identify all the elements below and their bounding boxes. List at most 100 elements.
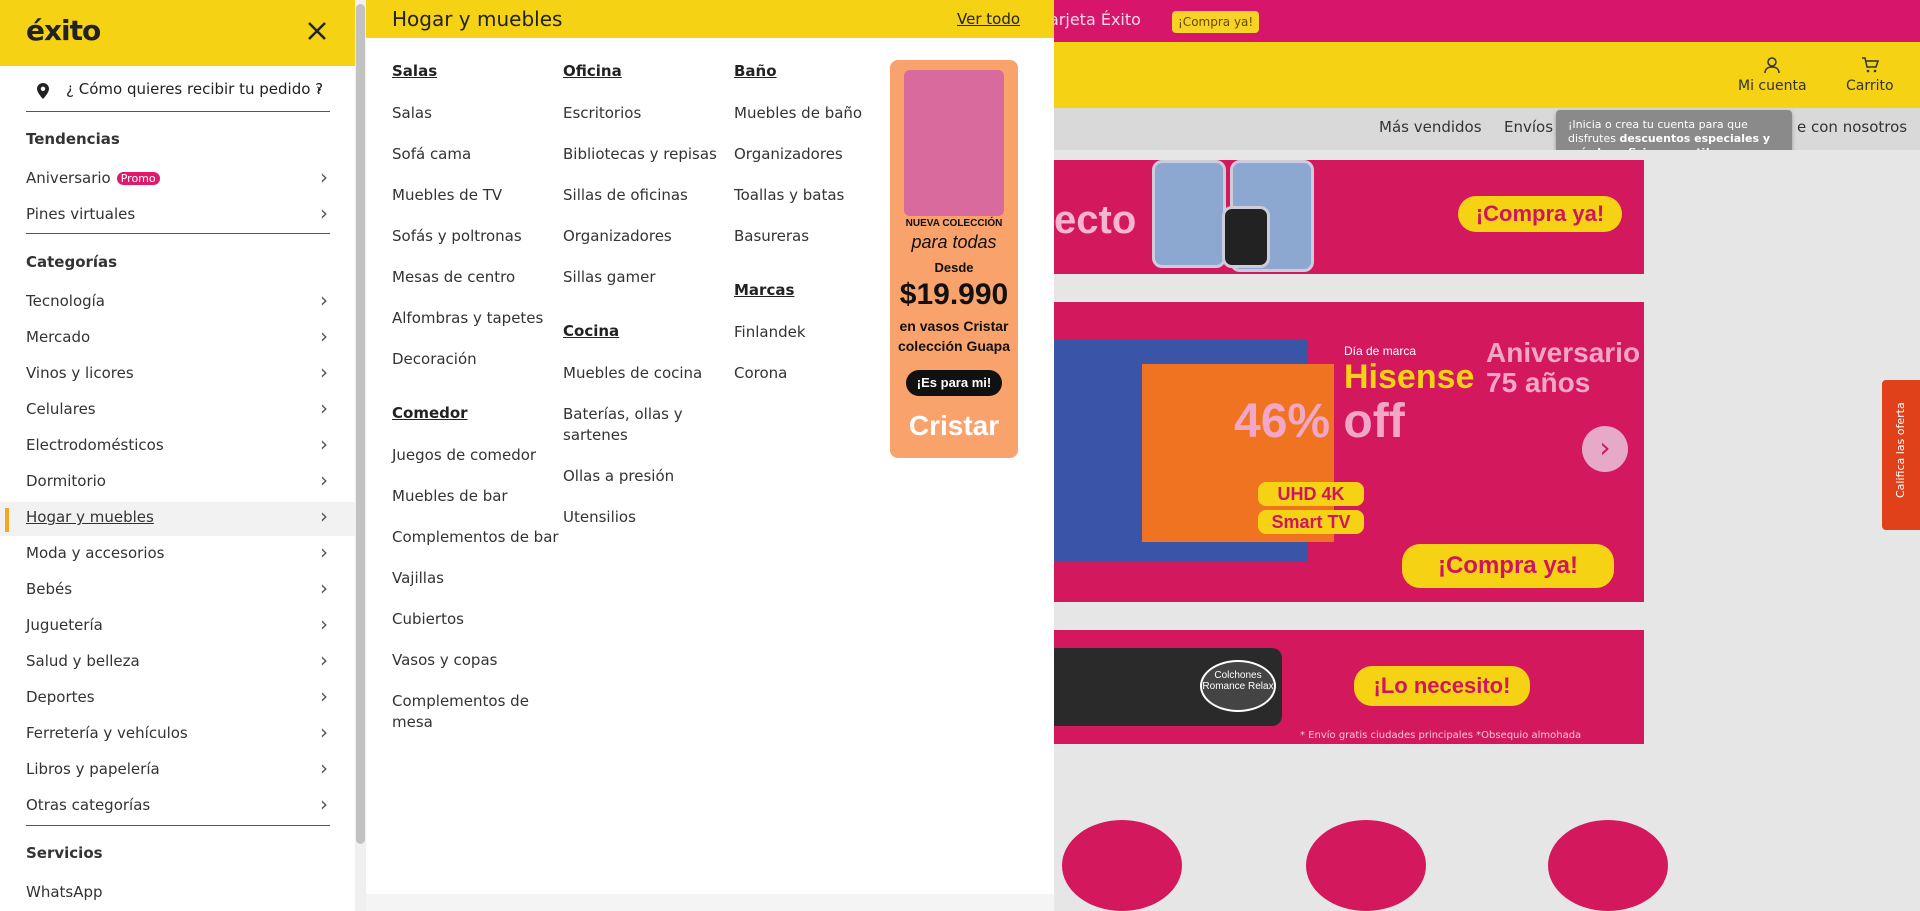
promo-banner-phones[interactable]: ecto ¡Compra ya! bbox=[1054, 160, 1644, 274]
menu-link[interactable]: Sillas gamer bbox=[563, 267, 733, 288]
close-icon[interactable] bbox=[302, 16, 332, 46]
account-link[interactable]: Mi cuenta bbox=[1738, 56, 1807, 94]
group-heading-marcas[interactable]: Marcas bbox=[734, 281, 904, 322]
category-item[interactable]: Electrodomésticos › bbox=[26, 430, 330, 464]
chevron-right-icon: › bbox=[316, 80, 322, 98]
menu-link[interactable]: Muebles de bar bbox=[392, 486, 562, 507]
category-label: Moda y accesorios bbox=[26, 544, 165, 562]
category-item[interactable]: Vinos y licores › bbox=[26, 358, 330, 392]
category-item[interactable]: Bebés › bbox=[26, 574, 330, 608]
menu-link[interactable]: Muebles de cocina bbox=[563, 363, 733, 384]
brand-label: Hisense bbox=[1344, 358, 1475, 396]
category-item[interactable]: Ferretería y vehículos › bbox=[26, 718, 330, 752]
banner-text: ecto bbox=[1054, 198, 1137, 242]
ad-brand-logo: Cristar bbox=[908, 410, 1000, 441]
menu-link[interactable]: Muebles de TV bbox=[392, 185, 562, 206]
category-label: Mercado bbox=[26, 328, 91, 346]
nav-best-sellers[interactable]: Más vendidos bbox=[1379, 118, 1482, 136]
menu-link[interactable]: Baterías, ollas y sartenes bbox=[563, 404, 733, 446]
menu-link[interactable]: Mesas de centro bbox=[392, 267, 562, 288]
menu-link[interactable]: Basureras bbox=[734, 226, 904, 247]
menu-link[interactable]: Toallas y batas bbox=[734, 185, 904, 206]
watch-image bbox=[1222, 206, 1270, 268]
chevron-right-icon: › bbox=[320, 324, 328, 348]
product-thumbnail[interactable] bbox=[1548, 820, 1668, 911]
category-item[interactable]: Celulares › bbox=[26, 394, 330, 428]
delivery-selector[interactable]: ¿ Cómo quieres recibir tu pedido ? › bbox=[26, 76, 330, 112]
see-all-link[interactable]: Ver todo bbox=[957, 10, 1020, 28]
trend-item-pines[interactable]: Pines virtuales › bbox=[26, 199, 330, 233]
category-item[interactable]: Moda y accesorios › bbox=[26, 538, 330, 572]
drawer-header: éxito bbox=[0, 0, 356, 66]
scrollbar-thumb[interactable] bbox=[356, 4, 365, 844]
menu-link[interactable]: Ollas a presión bbox=[563, 466, 733, 487]
promo-text: arjeta Éxito bbox=[1049, 10, 1141, 29]
menu-link[interactable]: Bibliotecas y repisas bbox=[563, 144, 733, 165]
menu-link[interactable]: Decoración bbox=[392, 349, 562, 370]
category-label: Celulares bbox=[26, 400, 96, 418]
chevron-right-icon: › bbox=[320, 165, 328, 189]
menu-link[interactable]: Juegos de comedor bbox=[392, 445, 562, 466]
rate-offers-tab[interactable]: Califica las oferta bbox=[1882, 380, 1920, 530]
menu-link[interactable]: Muebles de baño bbox=[734, 103, 904, 124]
category-item[interactable]: Otras categorías › bbox=[26, 790, 330, 824]
menu-link[interactable]: Utensilios bbox=[563, 507, 733, 528]
product-thumbnail[interactable] bbox=[1306, 820, 1426, 911]
group-heading-bano[interactable]: Baño bbox=[734, 62, 904, 103]
banner-cta-button[interactable]: ¡Lo necesito! bbox=[1354, 666, 1530, 706]
menu-link[interactable]: Corona bbox=[734, 363, 904, 384]
group-heading-salas[interactable]: Salas bbox=[392, 62, 562, 103]
cart-link[interactable]: Carrito bbox=[1846, 56, 1894, 94]
menu-link[interactable]: Organizadores bbox=[563, 226, 733, 247]
category-item[interactable]: Libros y papelería › bbox=[26, 754, 330, 788]
category-item[interactable]: Juguetería › bbox=[26, 610, 330, 644]
category-item[interactable]: Dormitorio › bbox=[26, 466, 330, 500]
menu-link[interactable]: Complementos de bar bbox=[392, 527, 562, 548]
menu-link[interactable]: Complementos de mesa bbox=[392, 691, 562, 733]
trend-label: Aniversario bbox=[26, 169, 111, 187]
menu-link[interactable]: Vasos y copas bbox=[392, 650, 562, 671]
promo-banner-hisense[interactable]: 46% off Día de marca Hisense Aniversario … bbox=[1054, 302, 1644, 602]
drawer-scrollbar[interactable] bbox=[355, 0, 366, 911]
chevron-right-icon: › bbox=[320, 756, 328, 780]
group-heading-comedor[interactable]: Comedor bbox=[392, 404, 562, 445]
promo-buy-button[interactable]: ¡Compra ya! bbox=[1172, 11, 1260, 33]
nav-contact[interactable]: e con nosotros bbox=[1797, 118, 1907, 136]
banner-cta-button[interactable]: ¡Compra ya! bbox=[1458, 196, 1622, 232]
chevron-right-icon: › bbox=[320, 612, 328, 636]
menu-link[interactable]: Finlandek bbox=[734, 322, 904, 343]
menu-link[interactable]: Alfombras y tapetes bbox=[392, 308, 562, 329]
product-thumbnail[interactable] bbox=[1062, 820, 1182, 911]
category-item[interactable]: Deportes › bbox=[26, 682, 330, 716]
exito-logo[interactable]: éxito bbox=[26, 14, 101, 47]
menu-link[interactable]: Cubiertos bbox=[392, 609, 562, 630]
ad-cta-button[interactable]: ¡Es para mi! bbox=[906, 370, 1002, 396]
chevron-right-icon: › bbox=[320, 504, 328, 528]
service-label: WhatsApp bbox=[26, 883, 103, 901]
menu-link[interactable]: Sofás y poltronas bbox=[392, 226, 562, 247]
category-item[interactable]: Salud y belleza › bbox=[26, 646, 330, 680]
trend-item-aniversario[interactable]: Aniversario Promo › bbox=[26, 163, 330, 197]
brand-name: Día de marca Hisense bbox=[1344, 344, 1474, 397]
group-heading-cocina[interactable]: Cocina bbox=[563, 322, 733, 363]
banner-cta-button[interactable]: ¡Compra ya! bbox=[1402, 544, 1614, 588]
chevron-right-icon: › bbox=[320, 360, 328, 384]
menu-link[interactable]: Salas bbox=[392, 103, 562, 124]
category-label: Otras categorías bbox=[26, 796, 151, 814]
discount-text: 46% off bbox=[1234, 395, 1405, 448]
carousel-next-icon[interactable]: › bbox=[1582, 426, 1628, 472]
menu-link[interactable]: Sillas de oficinas bbox=[563, 185, 733, 206]
category-label: Tecnología bbox=[26, 292, 105, 310]
group-heading-oficina[interactable]: Oficina bbox=[563, 62, 733, 103]
category-item[interactable]: Hogar y muebles › bbox=[0, 502, 356, 536]
menu-link[interactable]: Sofá cama bbox=[392, 144, 562, 165]
category-item[interactable]: Mercado › bbox=[26, 322, 330, 356]
cristar-ad-banner[interactable]: NUEVA COLECCIÓN para todas Desde $19.990… bbox=[890, 60, 1018, 458]
chevron-right-icon: › bbox=[320, 720, 328, 744]
category-item[interactable]: Tecnología › bbox=[26, 286, 330, 320]
service-item-whatsapp[interactable]: WhatsApp bbox=[26, 877, 330, 911]
menu-link[interactable]: Vajillas bbox=[392, 568, 562, 589]
promo-banner-mattress[interactable]: Colchones Romance Relax ¡Lo necesito! * … bbox=[1054, 630, 1644, 744]
menu-link[interactable]: Escritorios bbox=[563, 103, 733, 124]
menu-link[interactable]: Organizadores bbox=[734, 144, 904, 165]
